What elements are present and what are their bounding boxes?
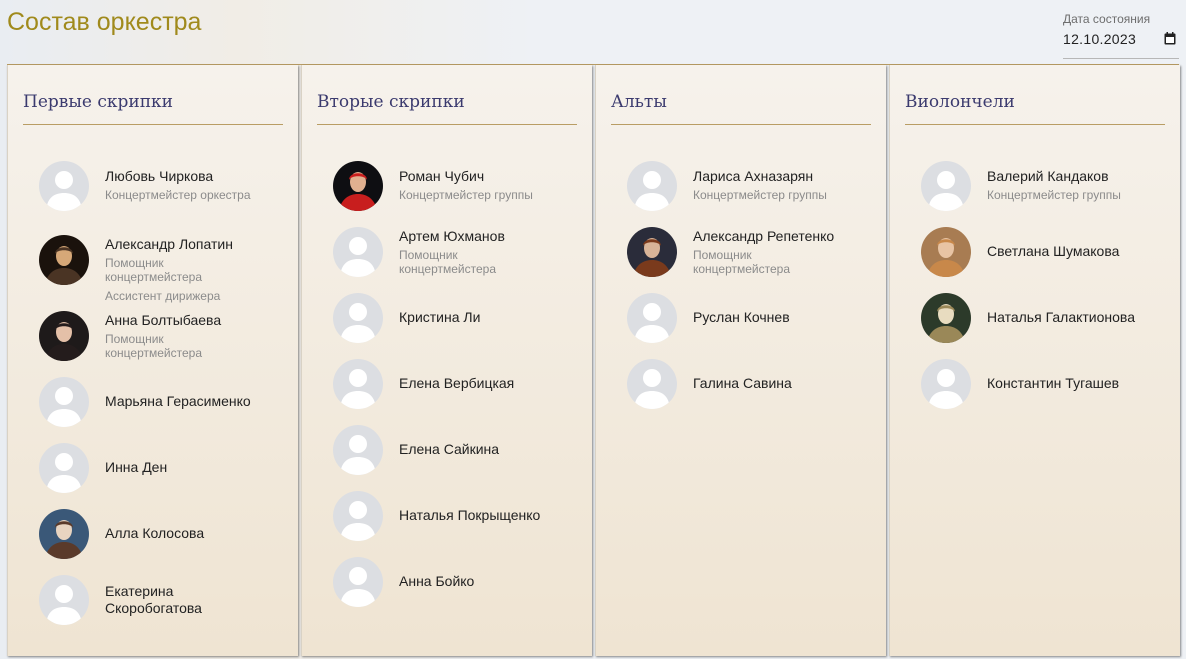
section-title: Вторые скрипки xyxy=(317,92,577,125)
member-role: Помощник концертмейстера xyxy=(399,248,497,276)
date-input[interactable]: Дата состояния 12.10.2023 xyxy=(1063,12,1179,59)
member-name[interactable]: Галина Савина xyxy=(693,375,873,392)
member-info: Анна Болтыбаева Помощник концертмейстера xyxy=(105,312,285,360)
member-photo xyxy=(627,227,677,277)
member-role: Ассистент дирижера xyxy=(105,289,221,303)
member-info: Елена Вербицкая xyxy=(399,375,579,392)
member-photo xyxy=(921,227,971,277)
member-name[interactable]: Артем Юхманов xyxy=(399,228,579,245)
avatar-placeholder-icon xyxy=(333,359,383,409)
member-info: Валерий Кандаков Концертмейстер группы xyxy=(987,168,1167,202)
member-info: Константин Тугашев xyxy=(987,375,1167,392)
member-role: Концертмейстер группы xyxy=(399,188,533,202)
member-name[interactable]: Марьяна Герасименко xyxy=(105,393,285,410)
section-column: Альты Лариса Ахназарян Концертмейстер гру… xyxy=(595,65,886,656)
member-info: Екатерина Скоробогатова xyxy=(105,583,285,617)
member-info: Светлана Шумакова xyxy=(987,243,1167,260)
member-photo xyxy=(39,509,89,559)
date-label: Дата состояния xyxy=(1063,12,1151,26)
avatar-placeholder-icon xyxy=(333,491,383,541)
member-name[interactable]: Лариса Ахназарян xyxy=(693,168,873,185)
calendar-icon[interactable] xyxy=(1164,32,1176,45)
member-photo xyxy=(921,293,971,343)
avatar-placeholder-icon xyxy=(39,575,89,625)
member-name[interactable]: Валерий Кандаков xyxy=(987,168,1167,185)
member-info: Лариса Ахназарян Концертмейстер группы xyxy=(693,168,873,202)
avatar-placeholder-icon xyxy=(627,161,677,211)
member-name[interactable]: Константин Тугашев xyxy=(987,375,1167,392)
member-info: Наталья Галактионова xyxy=(987,309,1167,326)
avatar-placeholder-icon xyxy=(333,227,383,277)
section-title: Виолончели xyxy=(905,92,1165,125)
date-value[interactable]: 12.10.2023 xyxy=(1063,31,1136,47)
member-info: Александр Лопатин Помощник концертмейстер… xyxy=(105,236,285,303)
member-role: Помощник концертмейстера xyxy=(693,248,791,276)
member-photo xyxy=(39,311,89,361)
member-info: Александр Репетенко Помощник концертмейст… xyxy=(693,228,873,276)
avatar-placeholder-icon xyxy=(39,443,89,493)
member-name[interactable]: Кристина Ли xyxy=(399,309,579,326)
section-column: Вторые скрипки Роман Чубич Концертмейстер… xyxy=(301,65,592,656)
member-name[interactable]: Елена Сайкина xyxy=(399,441,579,458)
member-role: Концертмейстер группы xyxy=(987,188,1121,202)
avatar-placeholder-icon xyxy=(921,359,971,409)
member-name[interactable]: Инна Ден xyxy=(105,459,285,476)
member-info: Анна Бойко xyxy=(399,573,579,590)
member-name[interactable]: Светлана Шумакова xyxy=(987,243,1167,260)
section-column: Первые скрипки Любовь Чиркова Концертмейс… xyxy=(7,65,298,656)
member-photo xyxy=(39,235,89,285)
sections-container: Первые скрипки Любовь Чиркова Концертмейс… xyxy=(7,65,1180,657)
member-name[interactable]: Екатерина Скоробогатова xyxy=(105,583,215,617)
member-info: Артем Юхманов Помощник концертмейстера xyxy=(399,228,579,276)
member-info: Наталья Покрыщенко xyxy=(399,507,579,524)
member-name[interactable]: Руслан Кочнев xyxy=(693,309,873,326)
member-name[interactable]: Анна Болтыбаева xyxy=(105,312,285,329)
member-name[interactable]: Наталья Галактионова xyxy=(987,309,1167,326)
member-role: Концертмейстер группы xyxy=(693,188,827,202)
member-name[interactable]: Александр Репетенко xyxy=(693,228,873,245)
member-info: Роман Чубич Концертмейстер группы xyxy=(399,168,579,202)
member-role: Помощник концертмейстера xyxy=(105,256,203,284)
member-photo xyxy=(333,161,383,211)
member-info: Кристина Ли xyxy=(399,309,579,326)
member-name[interactable]: Анна Бойко xyxy=(399,573,579,590)
member-name[interactable]: Александр Лопатин xyxy=(105,236,285,253)
member-info: Инна Ден xyxy=(105,459,285,476)
member-name[interactable]: Алла Колосова xyxy=(105,525,285,542)
member-name[interactable]: Елена Вербицкая xyxy=(399,375,579,392)
section-column: Виолончели Валерий Кандаков Концертмейсте… xyxy=(889,65,1180,656)
member-name[interactable]: Роман Чубич xyxy=(399,168,579,185)
section-title: Альты xyxy=(611,92,871,125)
member-role: Помощник концертмейстера xyxy=(105,332,203,360)
member-info: Руслан Кочнев xyxy=(693,309,873,326)
member-info: Галина Савина xyxy=(693,375,873,392)
avatar-placeholder-icon xyxy=(333,293,383,343)
member-info: Елена Сайкина xyxy=(399,441,579,458)
avatar-placeholder-icon xyxy=(39,161,89,211)
member-name[interactable]: Любовь Чиркова xyxy=(105,168,285,185)
avatar-placeholder-icon xyxy=(333,557,383,607)
avatar-placeholder-icon xyxy=(627,359,677,409)
avatar-placeholder-icon xyxy=(333,425,383,475)
avatar-placeholder-icon xyxy=(921,161,971,211)
member-info: Любовь Чиркова Концертмейстер оркестра xyxy=(105,168,285,202)
avatar-placeholder-icon xyxy=(39,377,89,427)
member-role: Концертмейстер оркестра xyxy=(105,188,251,202)
member-info: Алла Колосова xyxy=(105,525,285,542)
section-title: Первые скрипки xyxy=(23,92,283,125)
avatar-placeholder-icon xyxy=(627,293,677,343)
page-title: Состав оркестра xyxy=(7,8,202,36)
member-info: Марьяна Герасименко xyxy=(105,393,285,410)
member-name[interactable]: Наталья Покрыщенко xyxy=(399,507,579,524)
